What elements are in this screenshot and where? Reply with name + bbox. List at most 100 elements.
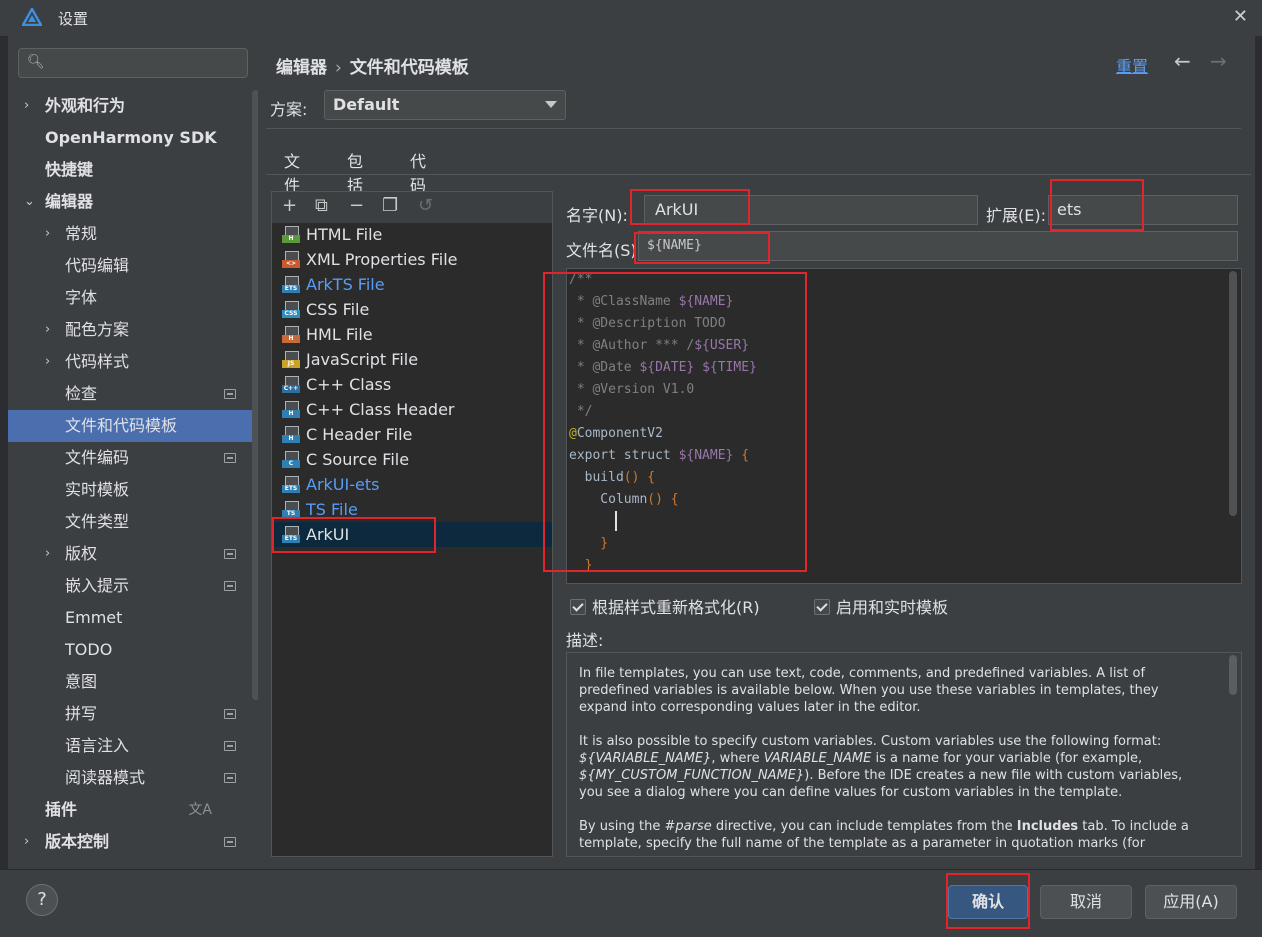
sidebar-item-label: Emmet [65,608,123,627]
chevron-right-icon[interactable]: › [45,314,50,346]
editor-scrollbar[interactable] [1229,271,1237,516]
file-type-icon: CSS [282,301,300,318]
project-scope-icon [224,549,236,559]
close-icon[interactable]: ✕ [1233,6,1248,27]
template-name: ArkUI [306,525,350,544]
breadcrumb-item-templates: 文件和代码模板 [349,58,469,78]
file-type-icon: H [282,426,300,443]
sidebar-item[interactable]: 实时模板 [8,474,256,506]
app-logo-icon [22,8,42,26]
description-scrollbar[interactable] [1229,655,1237,695]
name-input[interactable]: ArkUI [644,195,978,225]
file-type-tag: <> [282,260,300,268]
project-scope-icon [224,581,236,591]
template-list-item[interactable]: TS TS File [272,497,552,522]
template-list-item[interactable]: C++ C++ Class [272,372,552,397]
file-type-tag: C++ [282,385,300,393]
ok-button[interactable]: 确认 [948,885,1028,919]
file-type-tag: H [282,235,300,243]
add-icon[interactable]: + [282,195,297,216]
sidebar-item[interactable]: 文件编码 [8,442,256,474]
remove-icon[interactable]: − [349,195,364,216]
sidebar-item[interactable]: 快捷键 [8,154,256,186]
sidebar-item-label: 检查 [65,384,98,403]
description-paragraph: By using the #parse directive, you can i… [579,818,1209,852]
sidebar-item[interactable]: 阅读器模式 [8,762,256,794]
chevron-right-icon[interactable]: › [24,826,29,858]
template-list-item[interactable]: H HTML File [272,222,552,247]
reformat-checkbox-label: 根据样式重新格式化(R) [592,598,760,617]
sidebar-item[interactable]: ⌄ 编辑器 [8,186,256,218]
sidebar-item[interactable]: › 配色方案 [8,314,256,346]
sidebar-item[interactable]: 嵌入提示 [8,570,256,602]
file-type-icon: JS [282,351,300,368]
tab-includes[interactable]: 包括 [347,148,363,196]
add-child-icon[interactable]: ⧉ [315,195,328,216]
sidebar-item[interactable]: 意图 [8,666,256,698]
template-code-editor[interactable]: /** * @ClassName ${NAME} * @Description … [566,268,1242,584]
sidebar-item[interactable]: › 版本控制 [8,826,256,858]
apply-button[interactable]: 应用(A) [1145,885,1237,919]
settings-search-input[interactable]: 🔍︎ [18,48,248,78]
template-list-item[interactable]: H C Header File [272,422,552,447]
project-scope-icon [224,453,236,463]
template-list-item[interactable]: C C Source File [272,447,552,472]
copy-icon[interactable]: ❐ [382,195,398,216]
file-type-tag: H [282,335,300,343]
sidebar-item[interactable]: › 版权 [8,538,256,570]
filename-input[interactable]: ${NAME} [638,231,1238,261]
chevron-down-icon[interactable]: ⌄ [24,186,35,218]
live-templates-checkbox[interactable]: 启用和实时模板 [814,594,948,618]
sidebar-item-label: 字体 [65,288,98,307]
code-line: } [569,533,608,555]
help-button[interactable]: ? [26,884,58,916]
chevron-right-icon[interactable]: › [24,90,29,122]
sidebar-item[interactable]: Emmet [8,602,256,634]
sidebar-item[interactable]: 字体 [8,282,256,314]
chevron-down-icon [545,101,557,108]
code-token: * @Date [569,360,640,375]
template-list-item[interactable]: ETS ArkUI [272,522,552,547]
code-token: ${NAME} [678,294,734,309]
sidebar-item[interactable]: 文件和代码模板 [8,410,256,442]
search-icon: 🔍︎ [27,54,45,70]
tab-code[interactable]: 代码 [410,148,426,196]
settings-sidebar: 🔍︎ › 外观和行为 OpenHarmony SDK 快捷键 ⌄ 编辑器 › 常规 代码编辑字体… [8,36,260,869]
filename-input-value: ${NAME} [647,238,702,253]
sidebar-item[interactable]: › 代码样式 [8,346,256,378]
window-edge [1255,36,1262,869]
sidebar-item[interactable]: 检查 [8,378,256,410]
template-list-item[interactable]: ETS ArkUI-ets [272,472,552,497]
text: By using the [579,819,665,834]
template-list-item[interactable]: H C++ Class Header [272,397,552,422]
extension-input[interactable]: ets [1048,195,1238,225]
chevron-right-icon[interactable]: › [45,218,50,250]
sidebar-item[interactable]: TODO [8,634,256,666]
template-name: C Header File [306,425,413,444]
back-arrow-icon[interactable]: ← [1174,49,1191,73]
reset-link[interactable]: 重置 [1116,53,1148,77]
scheme-select[interactable]: Default [324,90,566,120]
code-token: * @Description TODO [569,316,726,331]
file-type-tag: C [282,460,300,468]
template-list-item[interactable]: <> XML Properties File [272,247,552,272]
sidebar-item[interactable]: 代码编辑 [8,250,256,282]
sidebar-item[interactable]: 语言注入 [8,730,256,762]
reformat-checkbox[interactable]: 根据样式重新格式化(R) [570,594,760,618]
chevron-right-icon[interactable]: › [45,346,50,378]
sidebar-item[interactable]: 插件 文A [8,794,256,826]
template-list-item[interactable]: H HML File [272,322,552,347]
sidebar-item[interactable]: 文件类型 [8,506,256,538]
cancel-button[interactable]: 取消 [1040,885,1132,919]
template-list-item[interactable]: CSS CSS File [272,297,552,322]
sidebar-item[interactable]: OpenHarmony SDK [8,122,256,154]
template-list-item[interactable]: JS JavaScript File [272,347,552,372]
sidebar-item[interactable]: › 常规 [8,218,256,250]
template-list-item[interactable]: ETS ArkTS File [272,272,552,297]
sidebar-item[interactable]: › 外观和行为 [8,90,256,122]
chevron-right-icon[interactable]: › [45,538,50,570]
file-type-icon: ETS [282,276,300,293]
divider [266,128,1241,129]
template-name: XML Properties File [306,250,458,269]
sidebar-item[interactable]: 拼写 [8,698,256,730]
